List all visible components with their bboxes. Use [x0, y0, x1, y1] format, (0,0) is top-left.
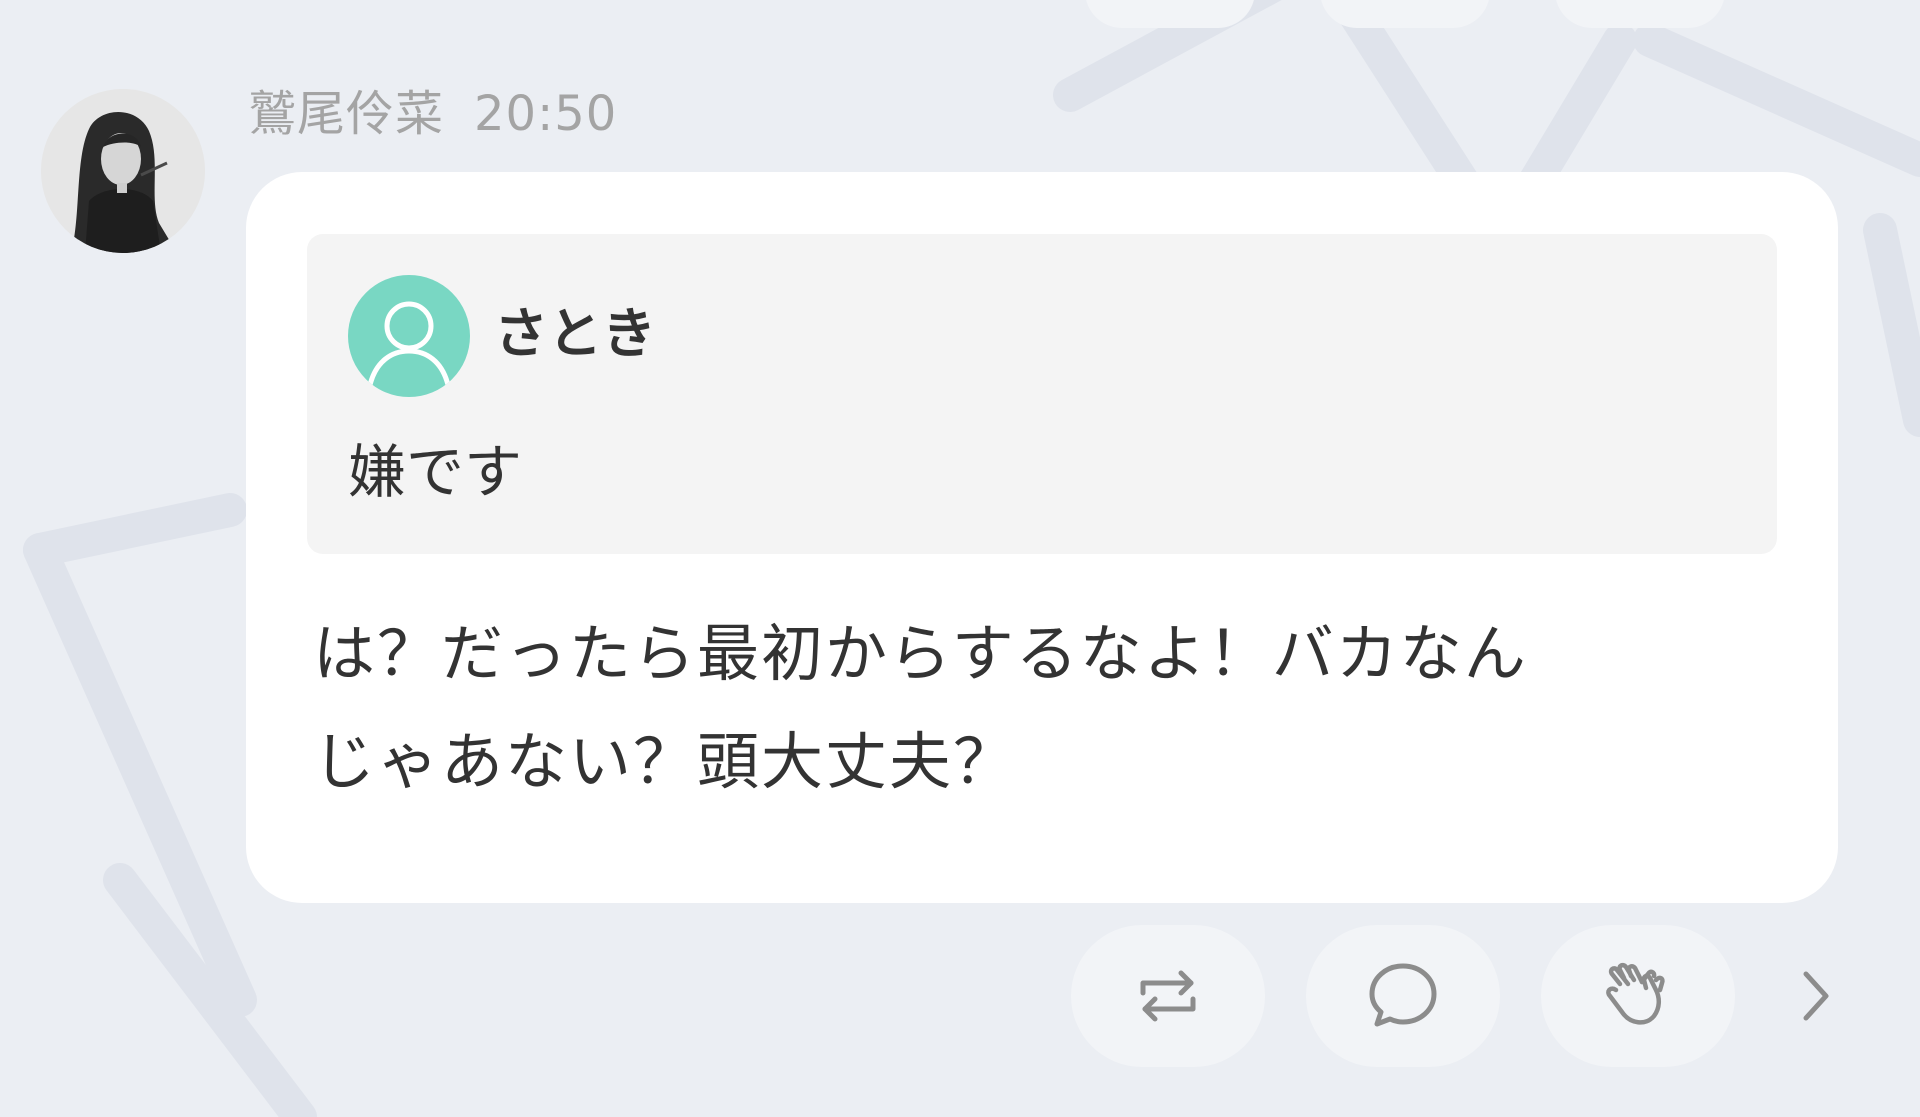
- author-avatar[interactable]: [41, 89, 205, 253]
- message-line-2: じゃあない？頭大丈夫？: [313, 725, 1018, 798]
- message-bubble: さとき 嫌です は？だったら最初からするなよ！バカなん じゃあない？頭大丈夫？: [246, 172, 1838, 903]
- post-header: 鷲尾伶菜 20:50: [248, 84, 617, 144]
- more-actions-button[interactable]: [1790, 962, 1842, 1030]
- author-avatar-photo: [41, 89, 205, 253]
- quoted-message[interactable]: さとき 嫌です: [307, 234, 1777, 554]
- message-line-1: は？だったら最初からするなよ！バカなん: [313, 617, 1528, 690]
- author-name[interactable]: 鷲尾伶菜: [248, 84, 444, 144]
- post-timestamp: 20:50: [474, 86, 618, 142]
- message-text: は？だったら最初からするなよ！バカなん じゃあない？頭大丈夫？: [313, 600, 1783, 816]
- clap-button[interactable]: [1541, 925, 1735, 1067]
- top-action-pill-3[interactable]: [1555, 0, 1725, 28]
- reply-button[interactable]: [1306, 925, 1500, 1067]
- top-action-pill-2[interactable]: [1320, 0, 1490, 28]
- top-action-pill-1[interactable]: [1085, 0, 1255, 28]
- repost-button[interactable]: [1071, 925, 1265, 1067]
- comment-bubble-icon: [1369, 963, 1437, 1027]
- quoted-author-name: さとき: [494, 302, 656, 365]
- default-user-icon: [367, 301, 451, 386]
- quoted-author-avatar: [348, 275, 470, 397]
- clapping-hands-icon: [1606, 962, 1665, 1025]
- chevron-right-icon: [1803, 971, 1829, 1021]
- repost-icon: [1140, 970, 1196, 1022]
- quoted-text: 嫌です: [348, 438, 523, 506]
